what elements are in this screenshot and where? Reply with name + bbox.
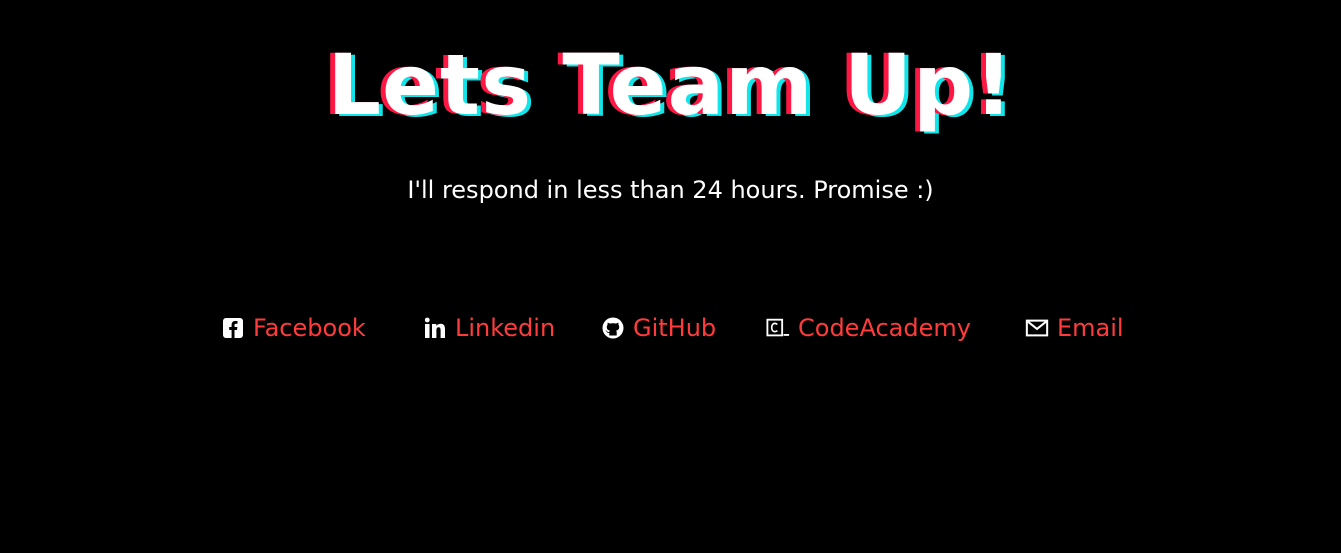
contact-page: Lets Team Up! I'll respond in less than … — [0, 0, 1341, 553]
email-link-label: Email — [1057, 314, 1124, 342]
facebook-link-label: Facebook — [253, 314, 366, 342]
linkedin-link-label: Linkedin — [455, 314, 556, 342]
page-title: Lets Team Up! — [327, 36, 1014, 134]
facebook-icon — [221, 316, 245, 340]
email-icon — [1025, 316, 1049, 340]
codeacademy-icon — [766, 316, 790, 340]
github-icon — [601, 316, 625, 340]
linkedin-icon — [423, 316, 447, 340]
page-subtitle: I'll respond in less than 24 hours. Prom… — [407, 176, 934, 204]
github-link-label: GitHub — [633, 314, 717, 342]
email-link[interactable]: Email — [1025, 308, 1124, 348]
facebook-link[interactable]: Facebook — [221, 308, 366, 348]
github-link[interactable]: GitHub — [601, 308, 716, 348]
codeacademy-link[interactable]: CodeAcademy — [766, 308, 971, 348]
linkedin-link[interactable]: Linkedin — [423, 308, 555, 348]
codeacademy-link-label: CodeAcademy — [798, 314, 971, 342]
social-links: Facebook Linkedin GitHub CodeAcademy Ema… — [0, 308, 1341, 348]
